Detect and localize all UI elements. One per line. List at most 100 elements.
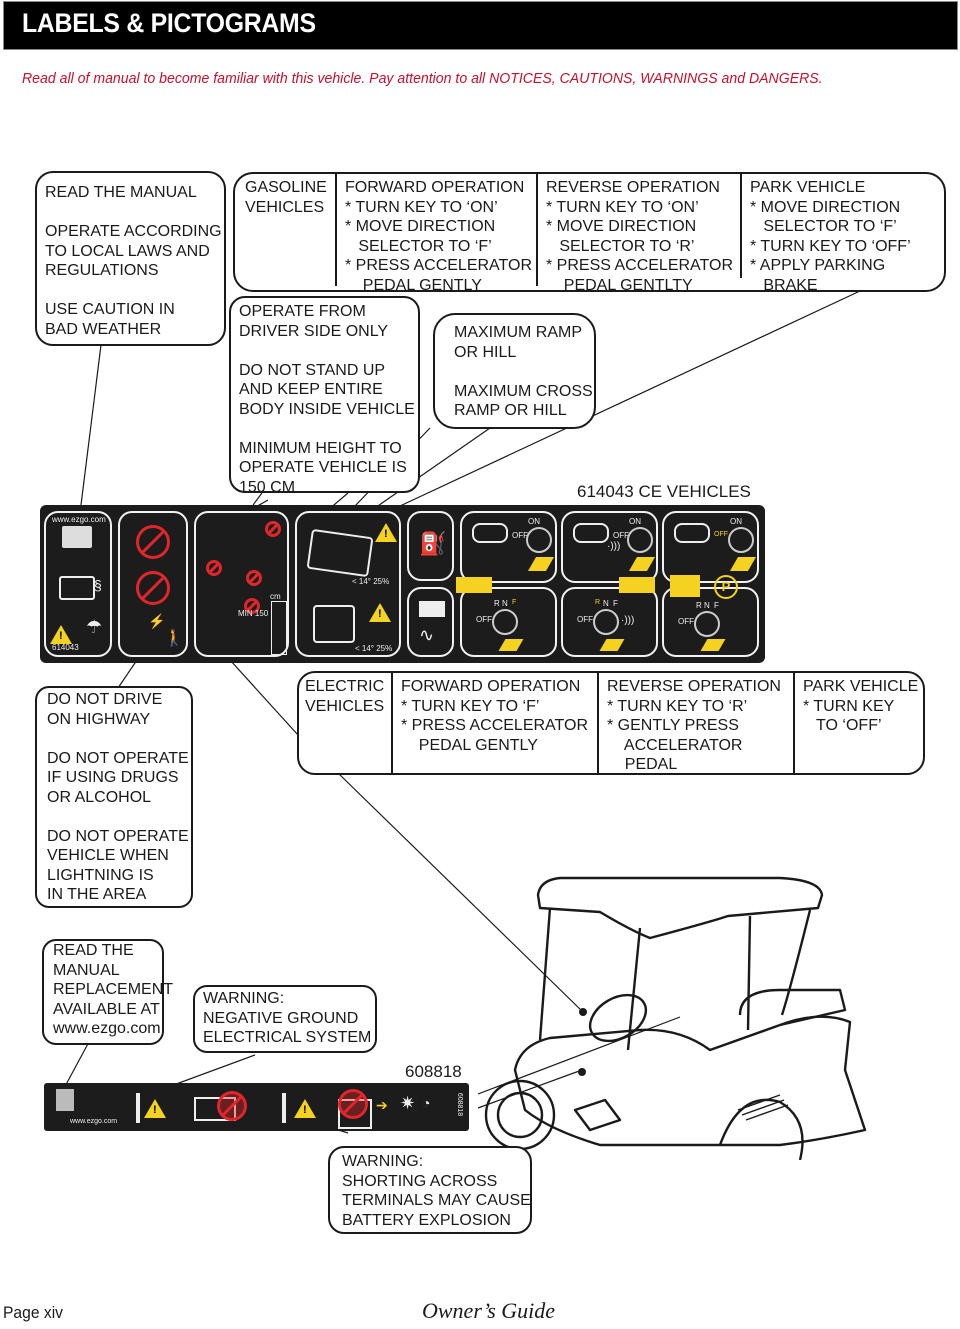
callout-line: AVAILABLE AT (53, 1000, 160, 1018)
warning-triangle-icon: ! (50, 625, 72, 644)
callout-negative-ground: WARNING: NEGATIVE GROUND ELECTRICAL SYST… (193, 985, 377, 1053)
pictogram-electric-park: P R N F OFF (662, 575, 759, 657)
callout-line: IF USING DRUGS (47, 769, 179, 786)
callout-line: WARNING: (203, 990, 285, 1007)
leader-line (80, 344, 102, 506)
warning-triangle-icon: ! (369, 603, 391, 622)
direction-selector-icon (674, 523, 710, 543)
divider (136, 1093, 140, 1123)
callout-line: READ THE MANUAL (45, 184, 197, 201)
callout-line: DO NOT OPERATE (47, 749, 189, 767)
person-walking-icon: 🚶 (164, 630, 184, 647)
direction-selector-icon (472, 523, 508, 543)
callout-max-ramp: MAXIMUM RAMP OR HILL MAXIMUM CROSS RAMP … (433, 313, 596, 429)
cart-parked-icon (670, 575, 700, 597)
callout-line: OPERATE FROM (239, 303, 366, 320)
pictogram-electric-forward: R N F OFF (456, 577, 557, 657)
selector-f: F (613, 599, 618, 608)
gasoline-park-vehicle: PARK VEHICLE * MOVE DIRECTION SELECTOR T… (740, 174, 940, 294)
callout-line: BATTERY EXPLOSION (342, 1211, 511, 1229)
leader-line (117, 659, 138, 689)
callout-line: MANUAL (53, 961, 120, 979)
part-number-text: 608818 (456, 1092, 464, 1117)
book-icon (62, 526, 92, 548)
callout-line: MINIMUM HEIGHT TO (239, 439, 402, 457)
key-switch-icon (492, 609, 518, 635)
callout-line: DO NOT OPERATE (47, 827, 189, 845)
ce-pictogram-label: www.ezgo.com § ! ☂ 614043 ⚡ 🚶 cm MIN 150… (40, 505, 765, 663)
callout-line: OPERATE VEHICLE IS (239, 459, 407, 476)
eye-protection-icon: ◔ (422, 1095, 431, 1111)
beeper-icon: ·))) (621, 615, 635, 626)
callout-line: REGULATIONS (45, 262, 159, 279)
electric-vehicles-label: ELECTRIC VEHICLES (305, 678, 385, 715)
callout-gasoline-operation: GASOLINE VEHICLES FORWARD OPERATION * TU… (233, 172, 946, 294)
cross-limit-text: < 14° 25% (355, 644, 393, 653)
callout-line: 150 CM (239, 478, 296, 496)
website-text: www.ezgo.com (52, 515, 106, 524)
no-alcohol-icon (136, 571, 170, 605)
pedals (573, 1098, 622, 1132)
manual-book-icon (56, 1089, 74, 1111)
key-switch-icon (728, 527, 754, 553)
cart-cross-slope-icon (313, 605, 355, 643)
no-standing-icon (206, 560, 222, 576)
key-switch-icon (627, 527, 653, 553)
callout-line: READ THE (53, 942, 134, 959)
pictogram-gas-park: ON OFF (662, 511, 759, 583)
section-law-icon: § (94, 577, 102, 593)
key-switch-icon (526, 527, 552, 553)
leader-line (229, 659, 299, 736)
warning-triangle-icon: ! (294, 1099, 316, 1118)
rear-strut (780, 909, 812, 1016)
key-off-text: OFF (577, 615, 593, 624)
callout-line: RAMP OR HILL (454, 402, 567, 419)
callout-line: LIGHTNING IS (47, 866, 154, 884)
key-off-text: OFF (476, 615, 492, 624)
canopy (536, 876, 824, 940)
rear-wheel-arch (718, 1098, 804, 1160)
callout-line: USE CAUTION IN (45, 301, 175, 318)
ramp-limit-text: < 14° 25% (352, 577, 390, 586)
selector-n: N (603, 599, 609, 608)
accelerator-pedal-icon (527, 557, 555, 571)
callout-highway-drugs-lightning: DO NOT DRIVE ON HIGHWAY DO NOT OPERATE I… (35, 686, 193, 908)
pictogram-gas-forward: ON OFF (460, 511, 557, 583)
callout-line: OPERATE ACCORDING (45, 223, 222, 240)
steering-wheel (588, 993, 648, 1043)
front-wheel-hub (496, 1091, 544, 1139)
electric-park-vehicle: PARK VEHICLE * TURN KEY TO ‘OFF’ (793, 673, 921, 773)
cm-unit-text: cm (270, 592, 281, 601)
selector-r: R (696, 601, 702, 610)
key-switch-icon (593, 609, 619, 635)
key-on-text: ON (528, 517, 540, 526)
front-strut (538, 907, 552, 1041)
callout-line: WARNING: (342, 1153, 424, 1170)
warning-triangle-icon: ! (375, 523, 397, 542)
no-highway-icon (136, 525, 170, 559)
key-off-text: OFF (714, 531, 728, 538)
callout-line: www.ezgo.com (53, 1020, 161, 1037)
callout-driver-side: OPERATE FROM DRIVER SIDE ONLY DO NOT STA… (229, 296, 420, 496)
callout-line: OR HILL (454, 343, 517, 361)
callout-line: ELECTRICAL SYSTEM (203, 1029, 372, 1046)
cart-reverse-icon (619, 577, 655, 593)
pictogram-electric-reverse: R N F OFF ·))) (561, 577, 658, 657)
fuel-pump-icon: ⛽ (419, 531, 447, 556)
cart-on-slope-icon (306, 528, 374, 578)
umbrella-rain-icon: ☂ (86, 617, 103, 637)
pictogram-panel-prohibitions: ⚡ 🚶 (118, 511, 188, 657)
callout-line: MAXIMUM RAMP (454, 324, 582, 341)
callout-line: AND KEEP ENTIRE (239, 381, 383, 398)
callout-shorting-terminals: WARNING: SHORTING ACROSS TERMINALS MAY C… (328, 1146, 532, 1234)
pictogram-panel-ramp: ! < 14° 25% ! < 14° 25% (295, 511, 401, 657)
height-gauge-icon (271, 601, 287, 655)
beeper-icon: ·))) (607, 541, 621, 552)
key-off-text: OFF (678, 617, 694, 626)
pictogram-panel-fuel: ⛽ (407, 511, 454, 581)
callout-read-manual: READ THE MANUAL OPERATE ACCORDING TO LOC… (35, 171, 226, 346)
parking-brake-icon: P (714, 575, 738, 599)
explosion-icon: ✷ (400, 1093, 416, 1113)
direction-selector-icon (573, 523, 609, 543)
no-arm-out-icon (246, 570, 262, 586)
